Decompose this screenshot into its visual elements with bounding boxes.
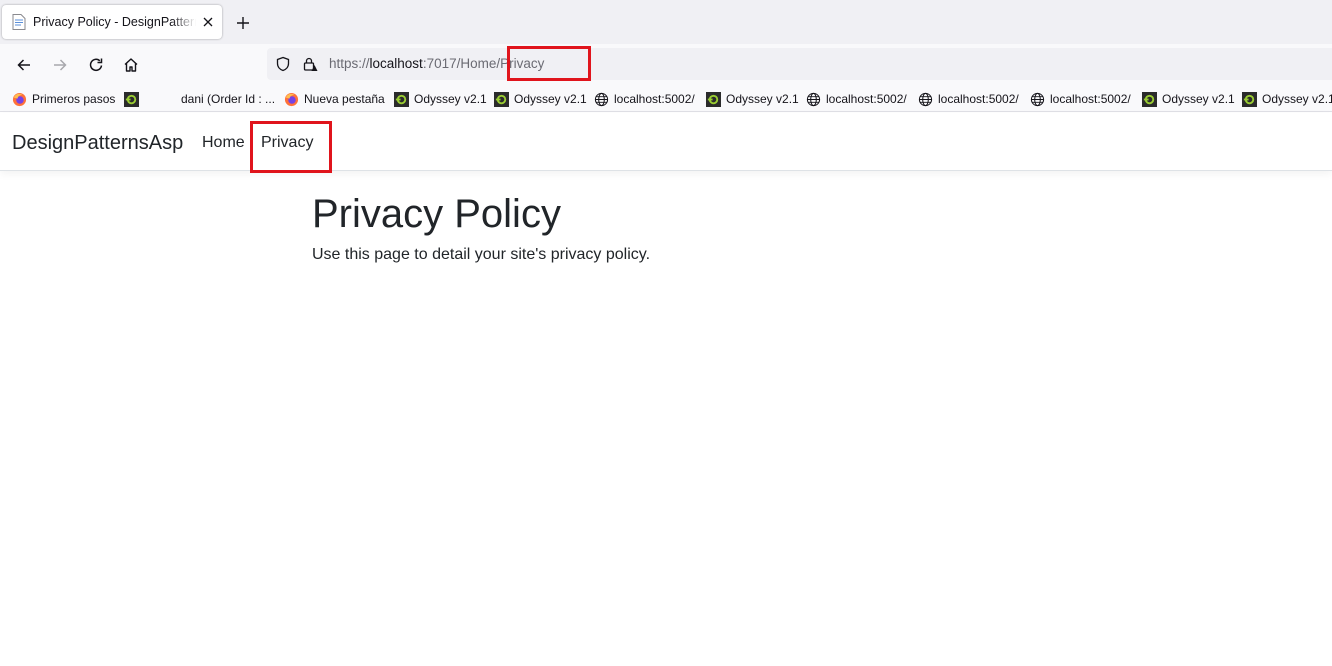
firefox-icon	[12, 92, 27, 106]
bookmarks-toolbar: Primeros pasos dani (Order Id : ... Nuev…	[0, 86, 1332, 112]
globe-icon	[1030, 92, 1045, 106]
odyssey-icon	[394, 91, 409, 107]
navigation-toolbar: https://localhost:7017/Home/Privacy	[0, 44, 1332, 86]
forward-icon[interactable]	[48, 53, 72, 77]
reload-icon[interactable]	[84, 53, 108, 77]
address-bar[interactable]: https://localhost:7017/Home/Privacy	[267, 48, 1332, 80]
bookmark-item[interactable]: dani (Order Id : ...	[181, 90, 275, 108]
close-tab-icon[interactable]	[200, 14, 216, 30]
brand-link[interactable]: DesignPatternsAsp	[12, 132, 183, 155]
url-scheme: https://	[329, 56, 370, 71]
url-highlight-box	[507, 46, 591, 81]
firefox-icon	[284, 92, 299, 106]
bookmark-item[interactable]: localhost:5002/	[1030, 90, 1131, 108]
globe-icon	[918, 92, 933, 106]
new-tab-icon[interactable]	[232, 12, 254, 34]
bookmark-item[interactable]: localhost:5002/	[806, 90, 907, 108]
bookmark-item[interactable]: Odyssey v2.1	[394, 90, 487, 108]
odyssey-icon	[1242, 91, 1257, 107]
bookmark-item[interactable]	[124, 90, 144, 108]
odyssey-icon	[494, 91, 509, 107]
back-icon[interactable]	[12, 53, 36, 77]
bookmark-item[interactable]: Primeros pasos	[12, 90, 115, 108]
odyssey-icon	[1142, 91, 1157, 107]
page-icon	[12, 14, 26, 30]
lock-warning-icon[interactable]	[302, 56, 318, 72]
odyssey-icon	[124, 91, 139, 107]
nav-highlight-box	[250, 121, 332, 173]
odyssey-icon	[706, 91, 721, 107]
nav-link-home[interactable]: Home	[202, 134, 245, 152]
globe-icon	[806, 92, 821, 106]
tab-title: Privacy Policy - DesignPatternsAsp	[33, 15, 196, 29]
home-icon[interactable]	[119, 53, 143, 77]
site-navbar: DesignPatternsAsp Home Privacy	[0, 113, 1332, 171]
bookmark-item[interactable]: localhost:5002/	[594, 90, 695, 108]
tab-strip: Privacy Policy - DesignPatternsAsp	[0, 0, 1332, 44]
page-description: Use this page to detail your site's priv…	[312, 246, 651, 263]
bookmark-item[interactable]: Odyssey v2.1	[706, 90, 799, 108]
page-title: Privacy Policy	[312, 192, 561, 236]
bookmark-item[interactable]: Nueva pestaña	[284, 90, 385, 108]
bookmark-item[interactable]: Odyssey v2.1	[1242, 90, 1332, 108]
bookmark-item[interactable]: localhost:5002/	[918, 90, 1019, 108]
shield-icon[interactable]	[275, 56, 291, 72]
bookmark-item[interactable]: Odyssey v2.1	[494, 90, 587, 108]
active-tab[interactable]: Privacy Policy - DesignPatternsAsp	[2, 5, 222, 39]
globe-icon	[594, 92, 609, 106]
url-host: localhost	[369, 56, 423, 71]
bookmark-item[interactable]: Odyssey v2.1	[1142, 90, 1235, 108]
